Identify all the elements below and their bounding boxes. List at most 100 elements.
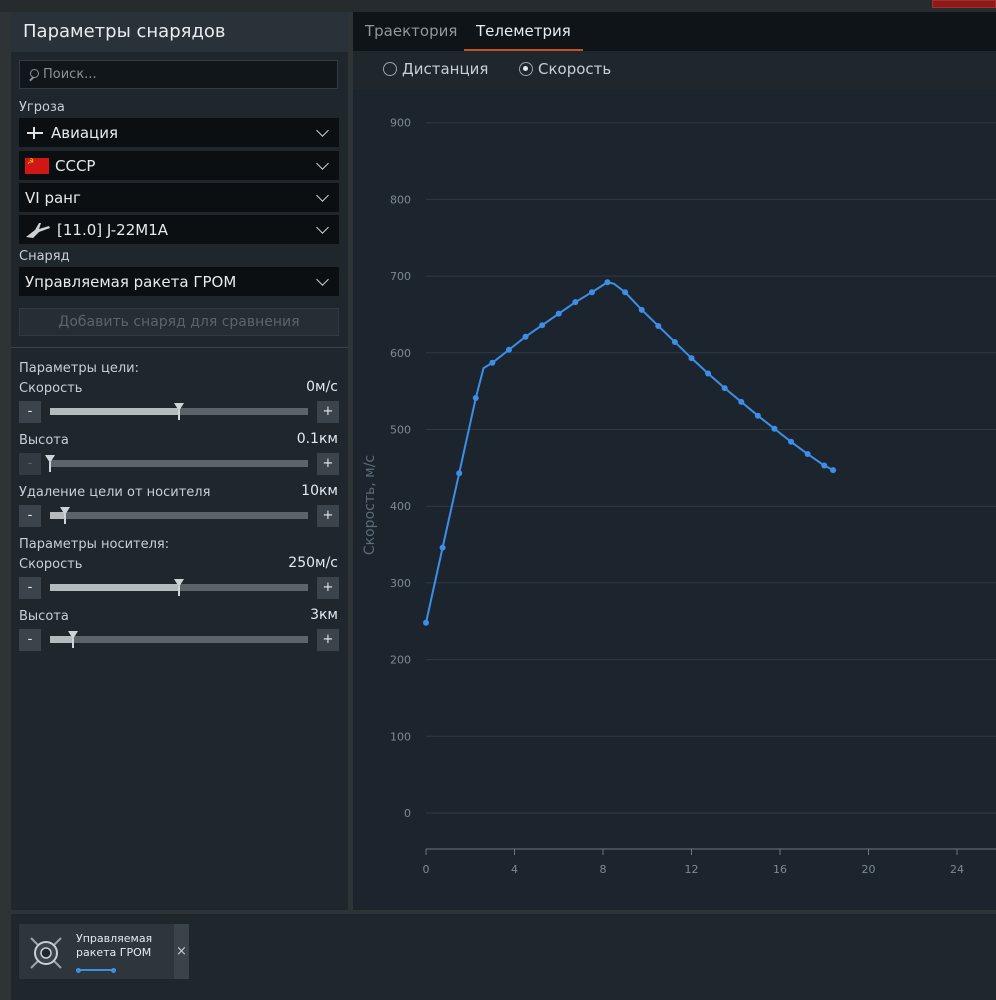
chevron-down-icon — [316, 272, 329, 286]
increase-button[interactable]: + — [317, 453, 339, 475]
shell-select[interactable]: Управляемая ракета ГРОМ — [19, 267, 339, 296]
add-compare-button[interactable]: Добавить снаряд для сравнения — [19, 308, 339, 336]
chevron-down-icon — [316, 188, 329, 202]
data-point — [771, 425, 778, 432]
radio-circle-icon — [383, 62, 397, 76]
x-tick-label: 20 — [862, 863, 876, 876]
data-point — [788, 438, 795, 445]
radio-speed[interactable]: Скорость — [519, 60, 611, 78]
game-background-strip — [0, 0, 996, 12]
data-point — [489, 359, 496, 366]
series-line-icon — [76, 967, 116, 973]
y-tick-label: 700 — [390, 270, 411, 283]
target-speed-slider[interactable]: - + — [19, 401, 339, 423]
slider-track[interactable] — [50, 507, 308, 524]
target-alt-label: Высота — [19, 433, 69, 448]
slider-track[interactable] — [50, 631, 308, 648]
distance-label: Удаление цели от носителя — [19, 485, 211, 500]
compare-strip: Управляемая ракета ГРОМ × — [11, 914, 996, 1000]
data-point — [721, 385, 728, 392]
radio-distance[interactable]: Дистанция — [383, 60, 488, 78]
y-axis-label: Скорость, м/с — [362, 455, 378, 555]
threat-type-select[interactable]: Авиация — [19, 118, 339, 147]
y-tick-label: 400 — [390, 500, 411, 513]
data-point — [555, 310, 562, 317]
data-point — [830, 467, 837, 474]
decrease-button[interactable]: - — [19, 453, 41, 475]
nation-select[interactable]: СССР — [19, 151, 339, 180]
x-tick-label: 12 — [685, 863, 699, 876]
data-point — [688, 355, 695, 362]
close-icon[interactable]: × — [174, 924, 189, 979]
data-point — [738, 398, 745, 405]
missile-icon — [30, 937, 62, 969]
chevron-down-icon — [316, 156, 329, 170]
slider-fill — [50, 408, 179, 415]
chevron-down-icon — [316, 123, 329, 137]
target-alt-value: 0.1км — [296, 431, 338, 447]
carrier-alt-slider[interactable]: - + — [19, 629, 339, 651]
data-point — [821, 462, 828, 469]
x-tick-label: 16 — [773, 863, 787, 876]
data-point — [622, 289, 629, 296]
tab-trajectory[interactable]: Траектория — [353, 12, 469, 51]
target-alt-slider[interactable]: - + — [19, 453, 339, 475]
tab-telemetry[interactable]: Телеметрия — [464, 12, 583, 51]
data-point — [588, 289, 595, 296]
search-placeholder: Поиск... — [43, 67, 97, 82]
vehicle-select[interactable]: [11.0] J-22M1A — [19, 215, 339, 244]
slider-thumb[interactable] — [60, 507, 71, 524]
data-point — [705, 370, 712, 377]
chevron-down-icon — [316, 220, 329, 234]
slider-fill — [50, 584, 179, 591]
radio-speed-label: Скорость — [538, 60, 612, 78]
slider-thumb[interactable] — [45, 455, 55, 472]
slider-track[interactable] — [45, 455, 308, 472]
data-point — [638, 306, 645, 313]
data-point — [505, 346, 512, 353]
shell-card[interactable]: Управляемая ракета ГРОМ — [19, 924, 174, 979]
data-point — [671, 339, 678, 346]
carrier-params-label: Параметры носителя: — [19, 537, 170, 552]
vehicle-value: [11.0] J-22M1A — [57, 220, 169, 239]
radio-checked-icon — [519, 62, 533, 76]
decrease-button[interactable]: - — [19, 505, 41, 527]
slider-track[interactable] — [50, 403, 308, 420]
y-tick-label: 800 — [390, 193, 411, 206]
carrier-speed-slider[interactable]: - + — [19, 577, 339, 599]
y-tick-label: 300 — [390, 577, 411, 590]
distance-slider[interactable]: - + — [19, 505, 339, 527]
slider-thumb[interactable] — [174, 579, 184, 596]
search-icon — [28, 69, 39, 80]
slider-thumb[interactable] — [68, 631, 79, 648]
y-tick-label: 0 — [404, 807, 411, 820]
increase-button[interactable]: + — [317, 577, 339, 599]
rank-select[interactable]: VI ранг — [19, 183, 339, 212]
decrease-button[interactable]: - — [19, 577, 41, 599]
shell-card-title: Управляемая ракета ГРОМ — [76, 932, 153, 959]
data-point — [456, 470, 463, 477]
slider-track[interactable] — [50, 579, 308, 596]
increase-button[interactable]: + — [317, 401, 339, 423]
decrease-button[interactable]: - — [19, 401, 41, 423]
nation-value: СССР — [55, 156, 96, 175]
y-tick-label: 600 — [390, 347, 411, 360]
y-tick-label: 200 — [390, 654, 411, 667]
increase-button[interactable]: + — [317, 629, 339, 651]
data-point — [572, 299, 579, 306]
search-input[interactable]: Поиск... — [19, 60, 338, 89]
game-hud-element — [932, 0, 996, 8]
threat-label: Угроза — [19, 100, 65, 115]
increase-button[interactable]: + — [317, 505, 339, 527]
target-speed-value: 0м/с — [306, 379, 338, 395]
ussr-flag-icon — [25, 157, 49, 174]
radio-bar: Дистанция Скорость — [353, 51, 996, 89]
data-point — [754, 412, 761, 419]
slider-thumb[interactable] — [174, 403, 184, 420]
data-point — [472, 395, 479, 402]
carrier-alt-label: Высота — [19, 609, 69, 624]
carrier-alt-value: 3км — [310, 607, 338, 623]
data-point — [522, 333, 529, 340]
decrease-button[interactable]: - — [19, 629, 41, 651]
tabs-bar: Траектория Телеметрия — [353, 12, 996, 51]
